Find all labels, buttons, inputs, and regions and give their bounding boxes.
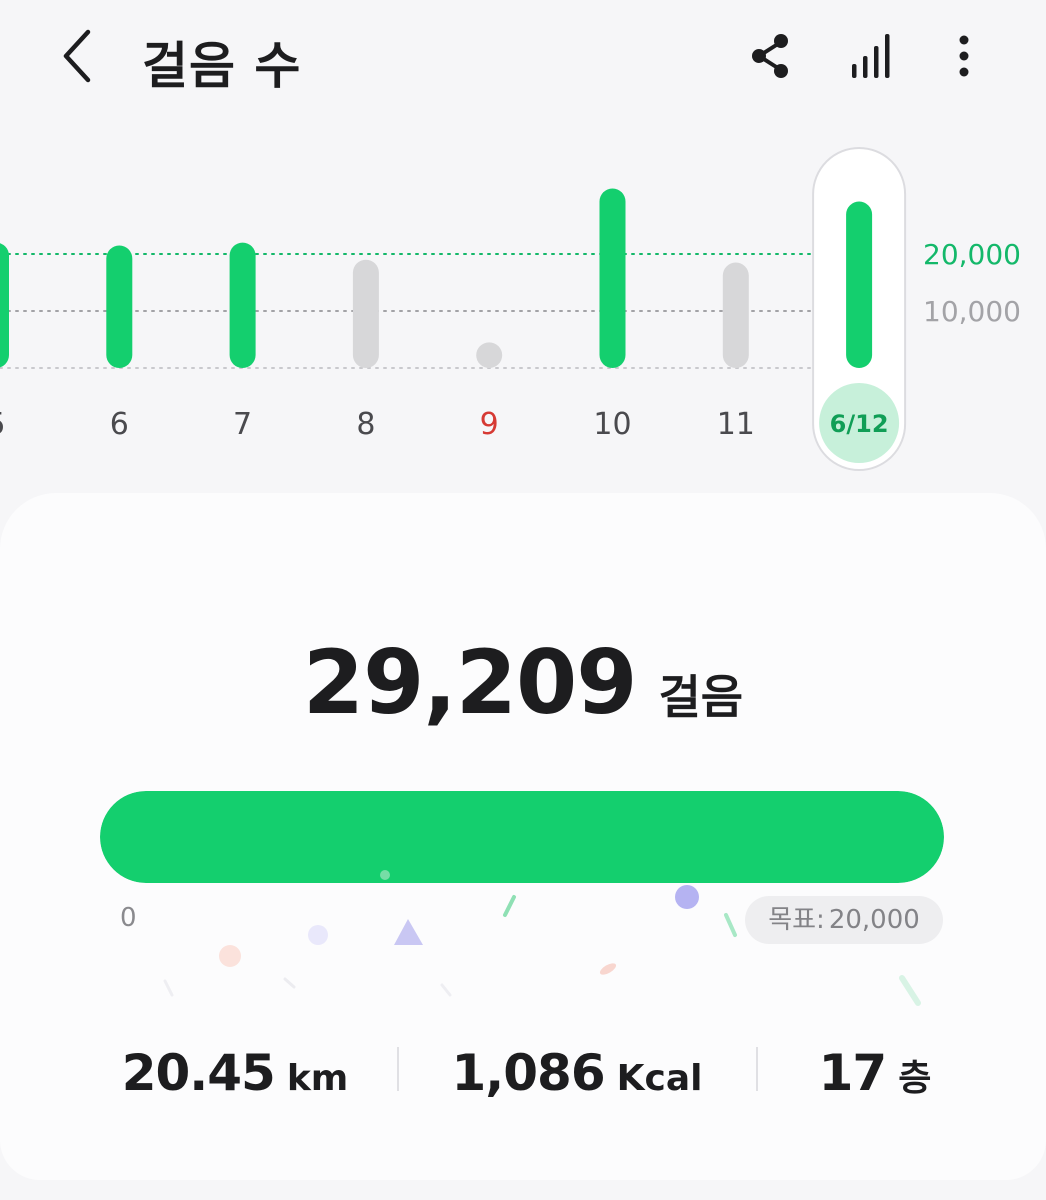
total-steps-unit: 걸음 (658, 670, 744, 724)
stats-row: 20.45 km 1,086 Kcal 17 층 (0, 1033, 1046, 1113)
calories-value: 1,086 (451, 1044, 605, 1102)
stat-divider (756, 1047, 758, 1091)
tick-label: 5 (0, 407, 6, 442)
bar (476, 342, 503, 368)
bar (229, 242, 256, 368)
bar-selected (846, 201, 873, 368)
reference-line-label: 20,000 (923, 238, 1021, 271)
back-button[interactable] (54, 24, 106, 88)
total-steps-value: 29,209 (302, 631, 638, 734)
bar (722, 262, 749, 368)
more-vertical-icon (959, 35, 969, 77)
distance-stat: 20.45 km (80, 1033, 390, 1113)
goal-badge: 목표: 20,000 (745, 896, 943, 944)
bar (0, 243, 9, 368)
app-bar: 걸음 수 (0, 0, 1046, 120)
distance-value: 20.45 (121, 1044, 276, 1102)
tick-label: 11 (717, 407, 755, 442)
goal-label: 목표: (768, 905, 825, 935)
page-title: 걸음 수 (142, 37, 302, 95)
bar (106, 245, 133, 368)
chart-view-button[interactable] (846, 28, 898, 84)
goal-value: 20,000 (828, 905, 920, 935)
tick-label: 8 (356, 407, 375, 442)
progress-min-label: 0 (120, 903, 137, 933)
share-button[interactable] (744, 28, 796, 84)
chevron-left-icon (63, 29, 91, 83)
tick-label: 7 (233, 407, 252, 442)
share-icon (752, 34, 788, 78)
bar-chart-icon (852, 34, 890, 78)
tick-label: 9 (480, 407, 499, 442)
selected-date-label: 6/12 (830, 410, 889, 438)
floors-stat: 17 층 (770, 1033, 980, 1113)
tick-label: 6 (110, 407, 129, 442)
floors-unit: 층 (898, 1058, 932, 1099)
stat-divider (397, 1047, 399, 1091)
calories-stat: 1,086 Kcal (412, 1033, 742, 1113)
floors-value: 17 (818, 1044, 888, 1102)
distance-unit: km (286, 1058, 349, 1099)
total-steps: 29,209 걸음 (0, 631, 1046, 734)
bar (352, 259, 379, 368)
more-options-button[interactable] (938, 28, 990, 84)
tick-label: 10 (593, 407, 631, 442)
summary-card: 29,209 걸음 0 목표: 20,000 20.45 km 1,086 Kcal 1… (0, 493, 1046, 1180)
daily-steps-chart: 20,000 10,000 5 6 7 8 9 10 11 6/12 (0, 147, 1021, 471)
bar (599, 188, 626, 368)
calories-unit: Kcal (616, 1058, 703, 1099)
reference-line-label: 10,000 (923, 295, 1021, 328)
